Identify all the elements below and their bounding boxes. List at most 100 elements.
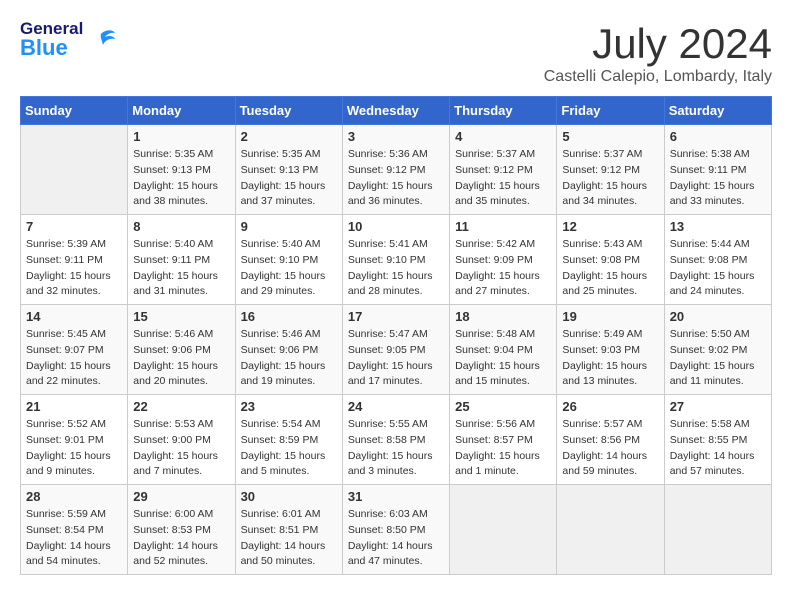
day-number: 14	[26, 309, 122, 324]
day-number: 13	[670, 219, 766, 234]
day-number: 12	[562, 219, 658, 234]
calendar-cell: 18 Sunrise: 5:48 AM Sunset: 9:04 PM Dayli…	[450, 305, 557, 395]
day-header-sunday: Sunday	[21, 97, 128, 125]
day-info: Sunrise: 6:03 AM Sunset: 8:50 PM Dayligh…	[348, 507, 444, 570]
day-header-thursday: Thursday	[450, 97, 557, 125]
day-info: Sunrise: 5:58 AM Sunset: 8:55 PM Dayligh…	[670, 417, 766, 480]
calendar-cell: 28 Sunrise: 5:59 AM Sunset: 8:54 PM Dayli…	[21, 485, 128, 575]
day-info: Sunrise: 6:00 AM Sunset: 8:53 PM Dayligh…	[133, 507, 229, 570]
calendar-cell	[21, 125, 128, 215]
day-info: Sunrise: 5:38 AM Sunset: 9:11 PM Dayligh…	[670, 147, 766, 210]
calendar-cell: 12 Sunrise: 5:43 AM Sunset: 9:08 PM Dayli…	[557, 215, 664, 305]
day-info: Sunrise: 5:52 AM Sunset: 9:01 PM Dayligh…	[26, 417, 122, 480]
day-header-wednesday: Wednesday	[342, 97, 449, 125]
page-header: General Blue July 2024 Castelli Calepio,…	[20, 20, 772, 86]
day-info: Sunrise: 5:36 AM Sunset: 9:12 PM Dayligh…	[348, 147, 444, 210]
day-info: Sunrise: 5:57 AM Sunset: 8:56 PM Dayligh…	[562, 417, 658, 480]
calendar-cell: 7Sunrise: 5:39 AM Sunset: 9:11 PM Daylig…	[21, 215, 128, 305]
calendar-cell: 6Sunrise: 5:38 AM Sunset: 9:11 PM Daylig…	[664, 125, 771, 215]
day-number: 26	[562, 399, 658, 414]
day-number: 11	[455, 219, 551, 234]
day-number: 1	[133, 129, 229, 144]
day-number: 5	[562, 129, 658, 144]
day-number: 10	[348, 219, 444, 234]
calendar-cell	[450, 485, 557, 575]
calendar-cell	[557, 485, 664, 575]
day-info: Sunrise: 5:46 AM Sunset: 9:06 PM Dayligh…	[241, 327, 337, 390]
day-number: 27	[670, 399, 766, 414]
calendar-cell: 20Sunrise: 5:50 AM Sunset: 9:02 PM Dayli…	[664, 305, 771, 395]
calendar-cell: 29 Sunrise: 6:00 AM Sunset: 8:53 PM Dayli…	[128, 485, 235, 575]
calendar-table: SundayMondayTuesdayWednesdayThursdayFrid…	[20, 96, 772, 575]
day-number: 8	[133, 219, 229, 234]
month-year-title: July 2024	[544, 20, 772, 68]
calendar-cell: 5 Sunrise: 5:37 AM Sunset: 9:12 PM Daylig…	[557, 125, 664, 215]
calendar-cell: 31 Sunrise: 6:03 AM Sunset: 8:50 PM Dayli…	[342, 485, 449, 575]
day-info: Sunrise: 5:59 AM Sunset: 8:54 PM Dayligh…	[26, 507, 122, 570]
day-info: Sunrise: 6:01 AM Sunset: 8:51 PM Dayligh…	[241, 507, 337, 570]
day-info: Sunrise: 5:44 AM Sunset: 9:08 PM Dayligh…	[670, 237, 766, 300]
calendar-cell: 19Sunrise: 5:49 AM Sunset: 9:03 PM Dayli…	[557, 305, 664, 395]
day-info: Sunrise: 5:35 AM Sunset: 9:13 PM Dayligh…	[241, 147, 337, 210]
day-number: 29	[133, 489, 229, 504]
day-number: 19	[562, 309, 658, 324]
calendar-header-row: SundayMondayTuesdayWednesdayThursdayFrid…	[21, 97, 772, 125]
day-header-saturday: Saturday	[664, 97, 771, 125]
day-info: Sunrise: 5:39 AM Sunset: 9:11 PM Dayligh…	[26, 237, 122, 300]
day-header-tuesday: Tuesday	[235, 97, 342, 125]
calendar-cell: 26 Sunrise: 5:57 AM Sunset: 8:56 PM Dayli…	[557, 395, 664, 485]
calendar-cell: 22 Sunrise: 5:53 AM Sunset: 9:00 PM Dayli…	[128, 395, 235, 485]
calendar-cell: 30 Sunrise: 6:01 AM Sunset: 8:51 PM Dayli…	[235, 485, 342, 575]
day-number: 18	[455, 309, 551, 324]
day-number: 15	[133, 309, 229, 324]
day-number: 16	[241, 309, 337, 324]
day-number: 2	[241, 129, 337, 144]
calendar-cell: 14 Sunrise: 5:45 AM Sunset: 9:07 PM Dayli…	[21, 305, 128, 395]
calendar-cell: 13 Sunrise: 5:44 AM Sunset: 9:08 PM Dayli…	[664, 215, 771, 305]
day-header-friday: Friday	[557, 97, 664, 125]
day-number: 28	[26, 489, 122, 504]
calendar-week-3: 14 Sunrise: 5:45 AM Sunset: 9:07 PM Dayli…	[21, 305, 772, 395]
day-number: 21	[26, 399, 122, 414]
day-info: Sunrise: 5:37 AM Sunset: 9:12 PM Dayligh…	[562, 147, 658, 210]
calendar-week-2: 7Sunrise: 5:39 AM Sunset: 9:11 PM Daylig…	[21, 215, 772, 305]
day-info: Sunrise: 5:47 AM Sunset: 9:05 PM Dayligh…	[348, 327, 444, 390]
day-info: Sunrise: 5:40 AM Sunset: 9:10 PM Dayligh…	[241, 237, 337, 300]
day-info: Sunrise: 5:56 AM Sunset: 8:57 PM Dayligh…	[455, 417, 551, 480]
calendar-cell: 9Sunrise: 5:40 AM Sunset: 9:10 PM Daylig…	[235, 215, 342, 305]
calendar-cell: 23 Sunrise: 5:54 AM Sunset: 8:59 PM Dayli…	[235, 395, 342, 485]
calendar-week-1: 1 Sunrise: 5:35 AM Sunset: 9:13 PM Daylig…	[21, 125, 772, 215]
calendar-cell: 10 Sunrise: 5:41 AM Sunset: 9:10 PM Dayli…	[342, 215, 449, 305]
calendar-cell: 25Sunrise: 5:56 AM Sunset: 8:57 PM Dayli…	[450, 395, 557, 485]
logo-bird-icon	[87, 25, 117, 55]
day-number: 31	[348, 489, 444, 504]
calendar-cell: 11 Sunrise: 5:42 AM Sunset: 9:09 PM Dayli…	[450, 215, 557, 305]
day-info: Sunrise: 5:45 AM Sunset: 9:07 PM Dayligh…	[26, 327, 122, 390]
logo-blue-text: Blue	[20, 37, 83, 59]
day-number: 17	[348, 309, 444, 324]
calendar-week-4: 21 Sunrise: 5:52 AM Sunset: 9:01 PM Dayli…	[21, 395, 772, 485]
day-number: 20	[670, 309, 766, 324]
day-info: Sunrise: 5:35 AM Sunset: 9:13 PM Dayligh…	[133, 147, 229, 210]
day-number: 30	[241, 489, 337, 504]
calendar-cell	[664, 485, 771, 575]
day-info: Sunrise: 5:53 AM Sunset: 9:00 PM Dayligh…	[133, 417, 229, 480]
location-label: Castelli Calepio, Lombardy, Italy	[544, 68, 772, 86]
day-info: Sunrise: 5:37 AM Sunset: 9:12 PM Dayligh…	[455, 147, 551, 210]
day-info: Sunrise: 5:48 AM Sunset: 9:04 PM Dayligh…	[455, 327, 551, 390]
calendar-cell: 16 Sunrise: 5:46 AM Sunset: 9:06 PM Dayli…	[235, 305, 342, 395]
day-number: 22	[133, 399, 229, 414]
day-info: Sunrise: 5:54 AM Sunset: 8:59 PM Dayligh…	[241, 417, 337, 480]
day-header-monday: Monday	[128, 97, 235, 125]
calendar-cell: 4Sunrise: 5:37 AM Sunset: 9:12 PM Daylig…	[450, 125, 557, 215]
calendar-cell: 3Sunrise: 5:36 AM Sunset: 9:12 PM Daylig…	[342, 125, 449, 215]
day-number: 23	[241, 399, 337, 414]
calendar-cell: 24Sunrise: 5:55 AM Sunset: 8:58 PM Dayli…	[342, 395, 449, 485]
day-info: Sunrise: 5:41 AM Sunset: 9:10 PM Dayligh…	[348, 237, 444, 300]
title-section: July 2024 Castelli Calepio, Lombardy, It…	[544, 20, 772, 86]
calendar-cell: 1 Sunrise: 5:35 AM Sunset: 9:13 PM Daylig…	[128, 125, 235, 215]
day-info: Sunrise: 5:43 AM Sunset: 9:08 PM Dayligh…	[562, 237, 658, 300]
calendar-cell: 8Sunrise: 5:40 AM Sunset: 9:11 PM Daylig…	[128, 215, 235, 305]
calendar-cell: 2 Sunrise: 5:35 AM Sunset: 9:13 PM Daylig…	[235, 125, 342, 215]
day-info: Sunrise: 5:42 AM Sunset: 9:09 PM Dayligh…	[455, 237, 551, 300]
